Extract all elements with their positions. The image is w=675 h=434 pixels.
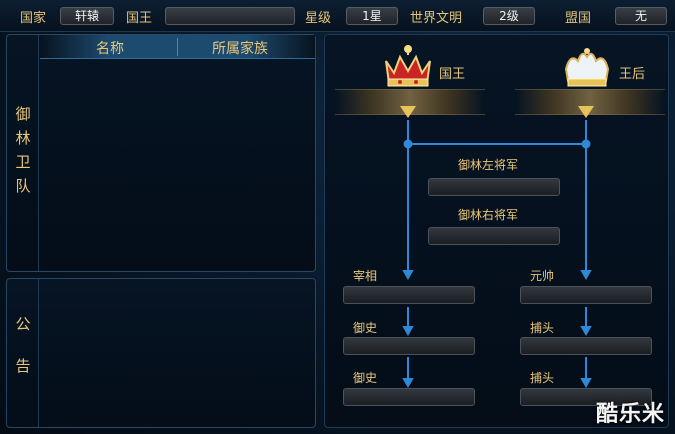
censor-label: 御史 (353, 371, 378, 385)
announcement-panel: 公 告 (6, 278, 316, 428)
column-name[interactable]: 名称 (60, 38, 160, 58)
notice-title-char: 公 (15, 315, 31, 333)
queen-crown-icon[interactable] (560, 45, 614, 89)
notice-title-char: 告 (15, 357, 31, 375)
constable-slot-1[interactable] (520, 337, 652, 355)
guard-title-char: 卫 (15, 153, 31, 171)
column-divider (177, 38, 178, 56)
king-name-field (165, 7, 295, 25)
info-bar: 国家 轩辕 国王 星级 1星 世界文明 2级 盟国 无 (0, 0, 675, 32)
marshal-label: 元帅 (530, 269, 555, 283)
star-level-field: 1星 (346, 7, 398, 25)
guard-title-char: 御 (15, 105, 31, 123)
left-general-slot[interactable] (428, 178, 560, 196)
civilization-field: 2级 (483, 7, 535, 25)
ally-field: 无 (615, 7, 667, 25)
chancellor-label: 宰相 (353, 269, 378, 283)
constable-label: 捕头 (530, 321, 555, 335)
right-general-label: 御林右将军 (458, 208, 519, 222)
guard-title-char: 队 (15, 177, 31, 195)
civilization-label: 世界文明 (410, 11, 463, 26)
guard-title-char: 林 (15, 129, 31, 147)
country-label: 国家 (20, 11, 47, 26)
chancellor-slot[interactable] (343, 286, 475, 304)
censor-label: 御史 (353, 321, 378, 335)
imperial-guard-panel: 御 林 卫 队 名称 所属家族 (6, 34, 316, 272)
watermark-logo: 酷乐米 (595, 402, 665, 427)
column-family[interactable]: 所属家族 (190, 38, 290, 58)
constable-label: 捕头 (530, 371, 555, 385)
king-ornament-icon (400, 106, 416, 118)
left-general-label: 御林左将军 (458, 158, 519, 172)
star-level-label: 星级 (305, 11, 332, 26)
court-hierarchy-panel: 国王 王后 御林左将军 御林右将军 宰相 元帅 御史 捕头 御史 捕头 (324, 34, 669, 428)
country-field: 轩辕 (60, 7, 114, 25)
guard-list-header: 名称 所属家族 (40, 35, 315, 59)
censor-slot-2[interactable] (343, 388, 475, 406)
king-role-label: 国王 (439, 67, 466, 82)
guard-list[interactable] (40, 59, 315, 271)
royal-court-window: 国家 轩辕 国王 星级 1星 世界文明 2级 盟国 无 御 林 卫 队 名称 所… (0, 0, 675, 434)
guard-side-column: 御 林 卫 队 (7, 35, 39, 271)
right-general-slot[interactable] (428, 227, 560, 245)
announcement-text-area[interactable] (40, 279, 315, 427)
king-label: 国王 (126, 11, 153, 26)
censor-slot-1[interactable] (343, 337, 475, 355)
ally-label: 盟国 (565, 11, 592, 26)
queen-role-label: 王后 (619, 67, 646, 82)
marshal-slot[interactable] (520, 286, 652, 304)
king-crown-icon[interactable] (380, 43, 436, 89)
queen-ornament-icon (578, 106, 594, 118)
notice-side-column: 公 告 (7, 279, 39, 427)
